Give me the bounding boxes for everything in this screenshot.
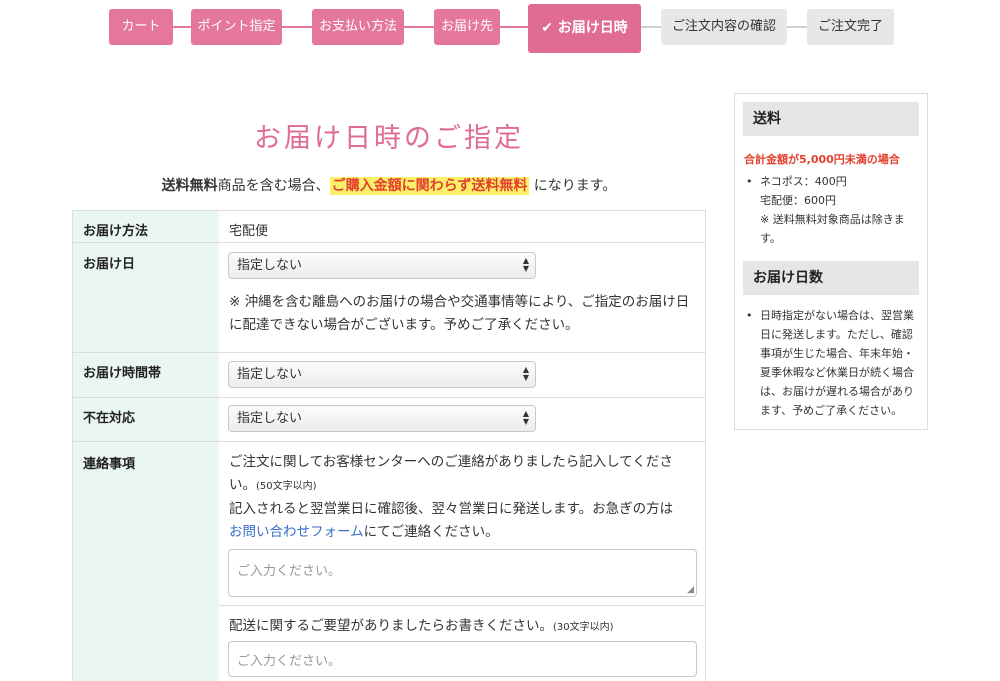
- select-arrows-icon: ▲ ▼: [522, 365, 529, 382]
- step-current-label: お届け日時: [557, 20, 628, 36]
- check-icon: ✔: [541, 20, 553, 36]
- step-connector: [404, 26, 434, 28]
- list-item: 日時指定がない場合は、翌営業日に発送します。ただし、確認事項が生じた場合、年末年…: [744, 306, 920, 420]
- step-connector: [282, 26, 312, 28]
- notice-end: になります。: [529, 178, 617, 194]
- resize-handle-icon[interactable]: ◢: [687, 586, 694, 595]
- step-confirm: ご注文内容の確認: [661, 9, 787, 45]
- step-complete: ご注文完了: [807, 9, 894, 45]
- shipping-list: ネコポス：400円 宅配便：600円 ※ 送料無料対象商品は除きます。: [744, 172, 920, 248]
- row-divider: [73, 441, 705, 442]
- step-connector: [787, 26, 807, 28]
- notice-highlight: ご購入金額に関わらず送料無料: [329, 177, 530, 195]
- contact-placeholder: ご入力ください。: [237, 564, 342, 579]
- select-arrows-icon: ▲ ▼: [522, 256, 529, 273]
- inquiry-form-link[interactable]: お問い合わせフォーム: [229, 524, 364, 540]
- contact-text4: 配送に関するご要望がありましたらお書きください。: [229, 618, 553, 634]
- free-shipping-notice: 送料無料商品を含む場合、 ご購入金額に関わらず送料無料 になります。: [72, 175, 706, 195]
- contact-instructions: ご注文に関してお客様センターへのご連絡がありましたら記入してください。(50文字…: [229, 451, 699, 544]
- step-connector: [641, 26, 661, 28]
- shipping-exclusion: ※ 送料無料対象商品は除きます。: [760, 213, 905, 245]
- delivery-time-value: 指定しない: [237, 367, 303, 382]
- delivery-request-instructions: 配送に関するご要望がありましたらお書きください。(30文字以内): [229, 615, 699, 639]
- step-points[interactable]: ポイント指定: [191, 9, 282, 45]
- contact-limit2: (30文字以内): [553, 622, 614, 633]
- absence-select[interactable]: 指定しない ▲ ▼: [228, 405, 536, 432]
- notice-bold: 送料無料: [161, 178, 218, 194]
- delivery-days-list: 日時指定がない場合は、翌営業日に発送します。ただし、確認事項が生じた場合、年末年…: [744, 306, 920, 420]
- contact-text2: 記入されると翌営業日に確認後、翌々営業日に発送します。お急ぎの方は: [229, 501, 674, 517]
- date-label: お届け日: [83, 257, 136, 272]
- select-arrows-icon: ▲ ▼: [522, 409, 529, 426]
- time-label: お届け時間帯: [83, 366, 162, 381]
- notice-mid: 商品を含む場合、: [217, 178, 330, 194]
- row-divider: [219, 605, 705, 606]
- shipping-warning: 合計金額が5,000円未満の場合: [744, 153, 900, 166]
- contact-textarea[interactable]: ご入力ください。 ◢: [228, 549, 697, 597]
- step-destination[interactable]: お届け先: [434, 9, 500, 45]
- delivery-date-select[interactable]: 指定しない ▲ ▼: [228, 252, 536, 279]
- step-connector: [500, 26, 528, 28]
- delivery-days-heading: お届け日数: [743, 261, 919, 295]
- contact-text3: にてご連絡ください。: [363, 524, 499, 540]
- shipping-heading: 送料: [743, 102, 919, 136]
- method-value: 宅配便: [229, 224, 269, 239]
- step-connector: [173, 26, 191, 28]
- date-note: ※ 沖縄を含む離島へのお届けの場合や交通事情等により、ご指定のお届け日に配達でき…: [229, 294, 690, 333]
- label-column: [73, 211, 219, 681]
- shipping-takuhaibin: 宅配便：600円: [760, 194, 836, 207]
- delivery-date-value: 指定しない: [237, 258, 303, 273]
- page-title: お届け日時のご指定: [254, 123, 524, 154]
- contact-limit1: (50文字以内): [256, 481, 317, 492]
- delivery-time-select[interactable]: 指定しない ▲ ▼: [228, 361, 536, 388]
- sidebar: 送料 合計金額が5,000円未満の場合 ネコポス：400円 宅配便：600円 ※…: [734, 93, 928, 430]
- shipping-nekopos: ネコポス：400円: [760, 175, 847, 188]
- absence-value: 指定しない: [237, 411, 303, 426]
- row-divider: [73, 242, 705, 243]
- method-label: お届け方法: [83, 224, 149, 239]
- delivery-form: お届け方法 宅配便 お届け日 指定しない ▲ ▼ ※ 沖縄を含む離島へのお届けの場…: [72, 210, 706, 681]
- absence-label: 不在対応: [83, 411, 136, 426]
- delivery-request-placeholder: ご入力ください。: [237, 654, 342, 669]
- row-divider: [73, 352, 705, 353]
- step-delivery-datetime: ✔ お届け日時: [528, 4, 641, 53]
- row-divider: [73, 397, 705, 398]
- step-cart[interactable]: カート: [109, 9, 173, 45]
- contact-label: 連絡事項: [83, 457, 136, 472]
- list-item: ネコポス：400円 宅配便：600円 ※ 送料無料対象商品は除きます。: [744, 172, 920, 248]
- step-payment[interactable]: お支払い方法: [312, 9, 404, 45]
- delivery-request-input[interactable]: ご入力ください。: [228, 641, 697, 677]
